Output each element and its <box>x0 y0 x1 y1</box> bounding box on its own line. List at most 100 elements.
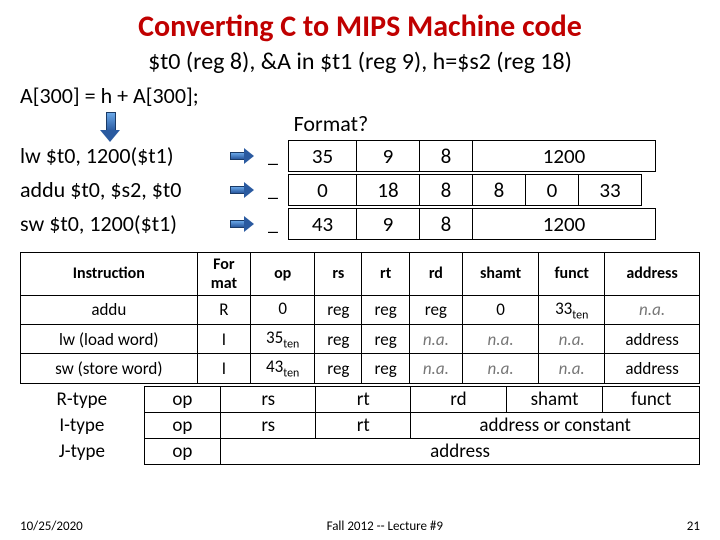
footer-lecture: Fall 2012 -- Lecture #9 <box>327 519 443 534</box>
hdr-rd: rd <box>409 252 462 295</box>
enc-rs: 18 <box>357 174 420 205</box>
format-blank: _ <box>258 212 288 236</box>
format-blank: _ <box>258 178 288 202</box>
enc-rd: 8 <box>473 174 526 205</box>
hdr-rs: rs <box>315 252 362 295</box>
cell-format: I <box>197 354 251 383</box>
enc-rt: 8 <box>420 208 473 239</box>
field-rt: rt <box>316 386 411 412</box>
encoding-addu: 0 18 8 8 0 33 <box>288 174 642 206</box>
ref-row: sw (store word) I 43ten reg reg n.a. n.a… <box>21 354 700 383</box>
enc-imm: 1200 <box>473 140 656 171</box>
encoding-lw: 35 9 8 1200 <box>288 140 656 172</box>
enc-rs: 9 <box>357 140 420 171</box>
cell-rs: reg <box>315 295 362 324</box>
hdr-instr: Instruction <box>21 252 198 295</box>
hdr-op: op <box>251 252 315 295</box>
cell-format: R <box>197 295 251 324</box>
field-imm: address or constant <box>411 412 700 438</box>
field-rs: rs <box>221 412 316 438</box>
cell-address: n.a. <box>605 295 700 324</box>
format-label: Format? <box>294 110 369 137</box>
cell-rd: reg <box>409 295 462 324</box>
field-op: op <box>144 438 220 464</box>
cell-op: 0 <box>251 295 315 324</box>
hdr-rt: rt <box>362 252 409 295</box>
hdr-address: address <box>605 252 700 295</box>
cell-funct: 33ten <box>539 295 605 324</box>
slide-footer: 10/25/2020 Fall 2012 -- Lecture #9 21 <box>20 519 700 534</box>
ref-header-row: Instruction For mat op rs rt rd shamt fu… <box>21 252 700 295</box>
cell-shamt: 0 <box>462 295 538 324</box>
enc-op: 43 <box>289 208 357 239</box>
enc-rt: 8 <box>420 140 473 171</box>
cell-rt: reg <box>362 325 409 354</box>
cell-rs: reg <box>315 325 362 354</box>
rtype-row: R-type op rs rt rd shamt funct <box>20 386 700 412</box>
ref-row: lw (load word) I 35ten reg reg n.a. n.a.… <box>21 325 700 354</box>
cell-instr: sw (store word) <box>21 354 198 383</box>
field-op: op <box>144 386 220 412</box>
cell-address: address <box>605 354 700 383</box>
field-rd: rd <box>411 386 506 412</box>
rtype-label: R-type <box>20 386 144 412</box>
hdr-format: For mat <box>197 252 251 295</box>
asm-addu: addu $t0, $s2, $t0 <box>20 176 230 203</box>
field-rt: rt <box>316 412 411 438</box>
itype-row: I-type op rs rt address or constant <box>20 412 700 438</box>
cell-op: 43ten <box>251 354 315 383</box>
format-blank: _ <box>258 144 288 168</box>
arrow-right-icon <box>230 148 256 164</box>
cell-instr: addu <box>21 295 198 324</box>
enc-shamt: 0 <box>526 174 579 205</box>
cell-op: 35ten <box>251 325 315 354</box>
slide: Converting C to MIPS Machine code $t0 (r… <box>0 0 720 540</box>
cell-shamt: n.a. <box>462 325 538 354</box>
field-addr: address <box>221 438 700 464</box>
arrow-right-icon <box>230 216 256 232</box>
hdr-shamt: shamt <box>462 252 538 295</box>
footer-page: 21 <box>687 519 700 534</box>
cell-rd: n.a. <box>409 325 462 354</box>
enc-op: 35 <box>289 140 357 171</box>
field-op: op <box>144 412 220 438</box>
c-statement: A[300] = h + A[300]; <box>20 82 700 110</box>
cell-format: I <box>197 325 251 354</box>
cell-rd: n.a. <box>409 354 462 383</box>
field-shamt: shamt <box>506 386 603 412</box>
itype-label: I-type <box>20 412 144 438</box>
instruction-reference-table: Instruction For mat op rs rt rd shamt fu… <box>20 252 700 384</box>
instr-row-sw: sw $t0, 1200($t1) _ 43 9 8 1200 <box>20 208 700 240</box>
cell-instr: lw (load word) <box>21 325 198 354</box>
arrow-down-icon <box>100 112 120 142</box>
cell-funct: n.a. <box>539 325 605 354</box>
asm-lw: lw $t0, 1200($t1) <box>20 142 230 169</box>
cell-address: address <box>605 325 700 354</box>
enc-funct: 33 <box>579 174 642 205</box>
hdr-funct: funct <box>539 252 605 295</box>
field-funct: funct <box>603 386 700 412</box>
enc-imm: 1200 <box>473 208 656 239</box>
encoding-sw: 43 9 8 1200 <box>288 208 656 240</box>
ref-row: addu R 0 reg reg reg 0 33ten n.a. <box>21 295 700 324</box>
jtype-label: J-type <box>20 438 144 464</box>
compile-arrow: Format? <box>20 110 700 138</box>
cell-rt: reg <box>362 295 409 324</box>
footer-date: 10/25/2020 <box>20 519 83 534</box>
enc-rt: 8 <box>420 174 473 205</box>
register-mapping: $t0 (reg 8), &A in $t1 (reg 9), h=$s2 (r… <box>20 47 700 76</box>
cell-rt: reg <box>362 354 409 383</box>
slide-title: Converting C to MIPS Machine code <box>20 8 700 45</box>
cell-funct: n.a. <box>539 354 605 383</box>
cell-rs: reg <box>315 354 362 383</box>
enc-rs: 9 <box>357 208 420 239</box>
format-layout-table: R-type op rs rt rd shamt funct I-type op… <box>20 386 700 465</box>
instr-row-lw: lw $t0, 1200($t1) _ 35 9 8 1200 <box>20 140 700 172</box>
asm-sw: sw $t0, 1200($t1) <box>20 210 230 237</box>
arrow-right-icon <box>230 182 256 198</box>
cell-shamt: n.a. <box>462 354 538 383</box>
enc-op: 0 <box>289 174 357 205</box>
jtype-row: J-type op address <box>20 438 700 464</box>
field-rs: rs <box>221 386 316 412</box>
instr-row-addu: addu $t0, $s2, $t0 _ 0 18 8 8 0 33 <box>20 174 700 206</box>
